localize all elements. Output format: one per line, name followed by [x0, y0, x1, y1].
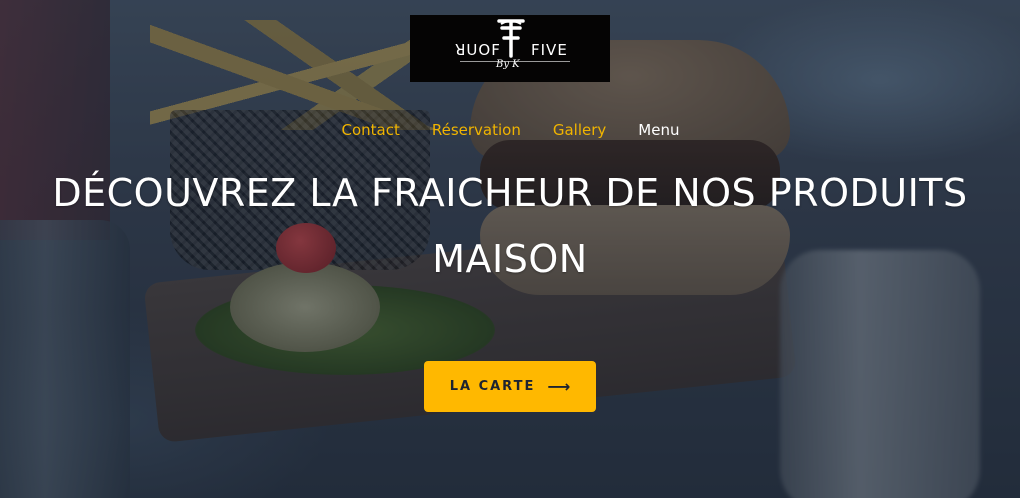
nav-list: Contact Réservation Gallery Menu	[342, 121, 680, 139]
logo-word-left: ꓤUOF	[455, 41, 501, 59]
arrow-right-icon: ⟶	[547, 376, 571, 396]
nav-item-menu[interactable]: Menu	[638, 121, 679, 139]
logo-ff-monogram-icon	[497, 19, 525, 58]
hero-title: DÉCOUVREZ LA FRAICHEUR DE NOS PRODUITS M…	[52, 171, 968, 281]
nav-item-gallery[interactable]: Gallery	[553, 121, 606, 139]
logo-signature: By K	[496, 59, 520, 70]
main-nav: Contact Réservation Gallery Menu	[0, 121, 1020, 139]
la-carte-button-label: LA CARTE	[449, 379, 536, 394]
logo-word-right: FIVE	[531, 41, 568, 59]
nav-item-reservation[interactable]: Réservation	[432, 121, 521, 139]
brand-logo[interactable]: ꓤUOF FIVE By K	[410, 15, 610, 82]
nav-item-contact[interactable]: Contact	[342, 121, 400, 139]
la-carte-button[interactable]: LA CARTE ⟶	[424, 361, 596, 412]
